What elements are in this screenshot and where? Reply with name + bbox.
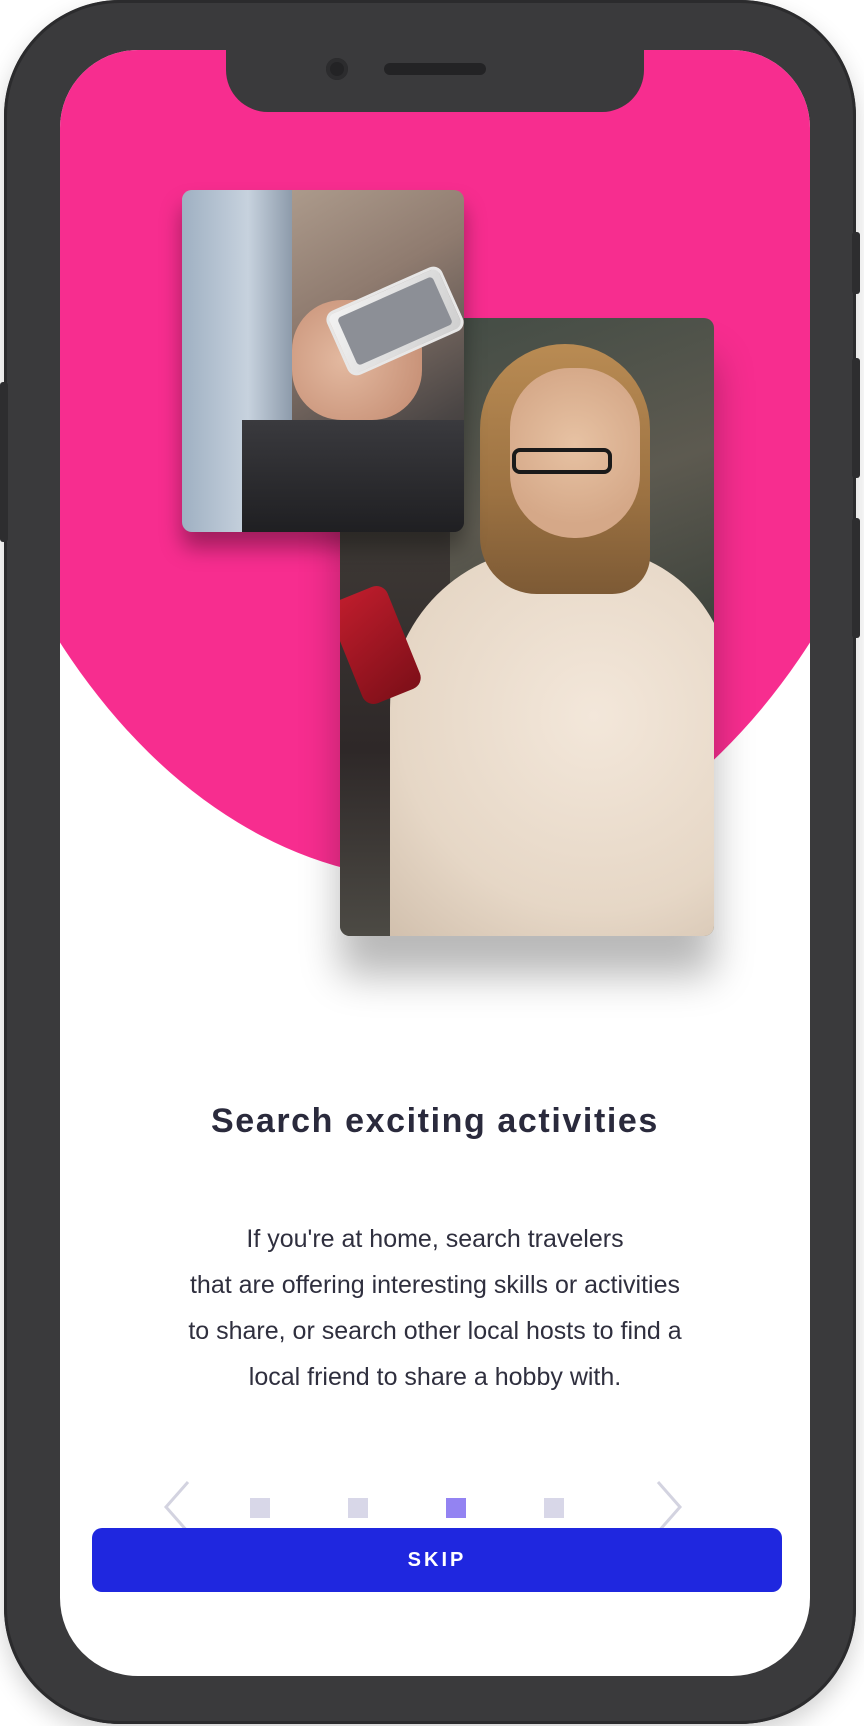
description-line: If you're at home, search travelers	[246, 1225, 624, 1253]
description-line: to share, or search other local hosts to…	[188, 1317, 682, 1345]
power-button	[852, 232, 860, 294]
volume-button	[0, 382, 8, 542]
skip-button[interactable]: SKIP	[92, 1528, 782, 1592]
glasses-shape	[512, 448, 612, 474]
sweater-shape	[390, 548, 714, 936]
page-dot-1[interactable]	[250, 1498, 270, 1518]
onboarding-description: If you're at home, search travelers that…	[120, 1216, 750, 1400]
description-line: local friend to share a hobby with.	[248, 1363, 622, 1391]
onboarding-title: Search exciting activities	[211, 1102, 659, 1140]
notch	[226, 50, 644, 112]
description-line: that are offering interesting skills or …	[189, 1271, 681, 1299]
page-dot-3[interactable]	[446, 1498, 466, 1518]
speaker-icon	[384, 63, 486, 75]
camera-icon	[326, 58, 348, 80]
side-button-upper	[852, 358, 860, 478]
side-button-lower	[852, 518, 860, 638]
page-dot-4[interactable]	[544, 1498, 564, 1518]
hands-with-phone-photo	[182, 190, 464, 532]
page-dot-2[interactable]	[348, 1498, 368, 1518]
jeans-shape	[242, 420, 464, 532]
screen: Search exciting activities If you're at …	[60, 50, 810, 1676]
phone-frame: Search exciting activities If you're at …	[0, 0, 860, 1724]
